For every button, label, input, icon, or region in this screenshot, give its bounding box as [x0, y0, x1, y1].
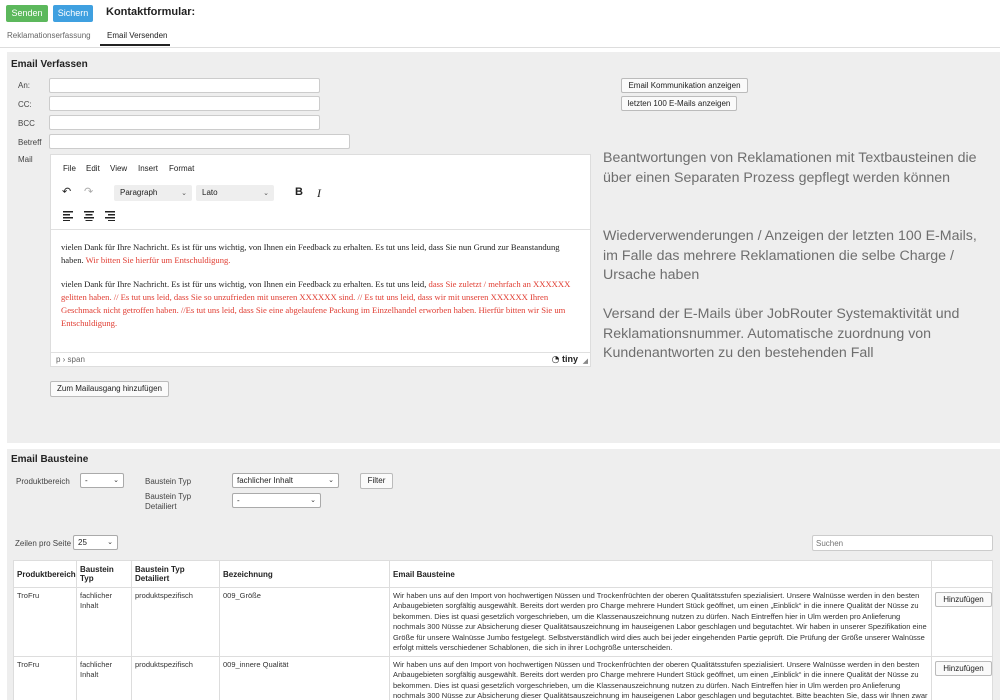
editor-paragraph-2-text: vielen Dank für Ihre Nachricht. Es ist f…	[61, 279, 427, 289]
to-field[interactable]	[49, 78, 320, 93]
baustein-typ-label: Baustein Typ	[145, 477, 192, 486]
cell-baustein-typ: fachlicher Inhalt	[76, 656, 132, 700]
editor-status-bar: p › span ◔ tiny ◢	[51, 352, 590, 366]
font-value: Lato	[202, 188, 218, 197]
align-center-icon[interactable]	[84, 211, 95, 221]
to-label: An:	[18, 81, 31, 90]
block-format-select[interactable]: Paragraph ⌄	[114, 185, 192, 201]
tiny-logo: ◔ tiny	[551, 354, 578, 365]
cell-bezeichnung: 009_Größe	[219, 587, 390, 657]
tab-email-versenden[interactable]: Email Versenden	[107, 31, 167, 40]
cell-produktbereich: TroFru	[13, 656, 77, 700]
show-last-100-emails-button[interactable]: letzten 100 E-Mails anzeigen	[621, 96, 737, 111]
send-button[interactable]: Senden	[6, 5, 48, 22]
col-header-baustein-typ[interactable]: Baustein Typ	[76, 560, 132, 588]
baustein-typ-detail-value: -	[237, 496, 240, 505]
rows-per-page-value: 25	[78, 538, 87, 547]
produktbereich-select[interactable]: - ⌄	[80, 473, 124, 488]
bcc-field[interactable]	[49, 115, 320, 130]
subject-field[interactable]	[49, 134, 350, 149]
undo-icon[interactable]: ↶	[62, 185, 71, 198]
annotation-2: Wiederverwenderungen / Anzeigen der letz…	[603, 228, 977, 283]
bausteine-table: Produktbereich Baustein Typ Baustein Typ…	[13, 560, 993, 700]
menu-file[interactable]: File	[63, 164, 76, 173]
menu-edit[interactable]: Edit	[86, 164, 100, 173]
tiny-brand: tiny	[561, 354, 578, 364]
active-tab-indicator	[100, 44, 170, 46]
table-row: TroFru fachlicher Inhalt produktspezifis…	[13, 656, 993, 700]
top-bar: Senden Sichern Kontaktformular:	[0, 0, 1000, 27]
annotation-1: Beantwortungen von Reklamationen mit Tex…	[603, 150, 977, 186]
chevron-down-icon: ⌄	[113, 476, 119, 484]
show-email-communication-button[interactable]: Email Kommunikation anzeigen	[621, 78, 748, 93]
add-to-outbox-button[interactable]: Zum Mailausgang hinzufügen	[50, 381, 169, 397]
cc-field[interactable]	[49, 96, 320, 111]
toolbar-divider	[51, 229, 590, 230]
col-header-email-bausteine[interactable]: Email Bausteine	[389, 560, 932, 588]
page-title: Kontaktformular:	[106, 6, 196, 18]
cell-email-baustein-text: Wir haben uns auf den Import von hochwer…	[393, 591, 927, 653]
rich-text-editor[interactable]: File Edit View Insert Format ↶ ↷ Paragra…	[50, 154, 591, 367]
table-header-row: Produktbereich Baustein Typ Baustein Typ…	[13, 560, 993, 588]
cell-baustein-typ-detailiert: produktspezifisch	[131, 587, 220, 657]
col-header-baustein-typ-detailiert[interactable]: Baustein Typ Detailiert	[131, 560, 220, 588]
chevron-down-icon: ⌄	[181, 189, 187, 197]
filter-button[interactable]: Filter	[360, 473, 393, 489]
add-baustein-button[interactable]: Hinzufügen	[935, 592, 992, 607]
chevron-down-icon: ⌄	[328, 476, 334, 484]
cell-baustein-typ: fachlicher Inhalt	[76, 587, 132, 657]
save-button[interactable]: Sichern	[53, 5, 93, 22]
cell-baustein-typ-detailiert: produktspezifisch	[131, 656, 220, 700]
table-row: TroFru fachlicher Inhalt produktspezifis…	[13, 587, 993, 657]
search-input[interactable]	[812, 535, 993, 551]
baustein-typ-detail-label: Baustein Typ Detailiert	[145, 492, 192, 511]
italic-icon[interactable]: I	[317, 186, 321, 201]
produktbereich-label: Produktbereich	[16, 477, 70, 486]
resize-handle-icon[interactable]: ◢	[583, 357, 588, 365]
rows-per-page-select[interactable]: 25 ⌄	[73, 535, 118, 550]
bausteine-title: Email Bausteine	[11, 454, 89, 465]
col-header-produktbereich[interactable]: Produktbereich	[13, 560, 77, 588]
cell-bezeichnung: 009_innere Qualität	[219, 656, 390, 700]
baustein-typ-select[interactable]: fachlicher Inhalt ⌄	[232, 473, 339, 488]
cc-label: CC:	[18, 100, 32, 109]
element-path: p › span	[56, 355, 85, 364]
menu-insert[interactable]: Insert	[138, 164, 158, 173]
block-format-value: Paragraph	[120, 188, 158, 197]
cell-email-baustein: Wir haben uns auf den Import von hochwer…	[389, 656, 932, 700]
bcc-label: BCC	[18, 119, 35, 128]
redo-icon[interactable]: ↷	[84, 185, 93, 198]
subject-label: Betreff	[18, 138, 42, 147]
editor-paragraph-1-highlight: Wir bitten Sie hierfür um Entschuldigung…	[83, 255, 231, 265]
chevron-down-icon: ⌄	[107, 538, 113, 546]
baustein-typ-value: fachlicher Inhalt	[237, 476, 294, 485]
chevron-down-icon: ⌄	[263, 189, 269, 197]
align-right-icon[interactable]	[105, 211, 116, 221]
editor-paragraph-1[interactable]: vielen Dank für Ihre Nachricht. Es ist f…	[61, 241, 571, 267]
chevron-down-icon: ⌄	[310, 496, 316, 504]
cell-produktbereich: TroFru	[13, 587, 77, 657]
compose-title: Email Verfassen	[11, 59, 88, 70]
align-left-icon[interactable]	[63, 211, 74, 221]
font-select[interactable]: Lato ⌄	[196, 185, 274, 201]
cell-email-baustein: Wir haben uns auf den Import von hochwer…	[389, 587, 932, 657]
col-header-bezeichnung[interactable]: Bezeichnung	[219, 560, 390, 588]
add-baustein-button[interactable]: Hinzufügen	[935, 661, 992, 676]
cell-actions: Hinzufügen	[931, 587, 993, 657]
rows-per-page-label: Zeilen pro Seite	[15, 539, 72, 548]
tab-bar: Reklamationserfassung Email Versenden	[0, 27, 1000, 48]
col-header-actions	[931, 560, 993, 588]
mail-label: Mail	[18, 155, 33, 164]
baustein-typ-detail-select[interactable]: - ⌄	[232, 493, 321, 508]
editor-paragraph-2[interactable]: vielen Dank für Ihre Nachricht. Es ist f…	[61, 278, 571, 330]
tab-reklamationserfassung[interactable]: Reklamationserfassung	[7, 31, 91, 40]
produktbereich-value: -	[85, 476, 88, 485]
menu-format[interactable]: Format	[169, 164, 194, 173]
annotation-3: Versand der E-Mails über JobRouter Syste…	[603, 306, 960, 361]
cell-actions: Hinzufügen	[931, 656, 993, 700]
cell-email-baustein-text: Wir haben uns auf den Import von hochwer…	[393, 660, 928, 700]
bold-icon[interactable]: B	[295, 186, 303, 198]
menu-view[interactable]: View	[110, 164, 127, 173]
